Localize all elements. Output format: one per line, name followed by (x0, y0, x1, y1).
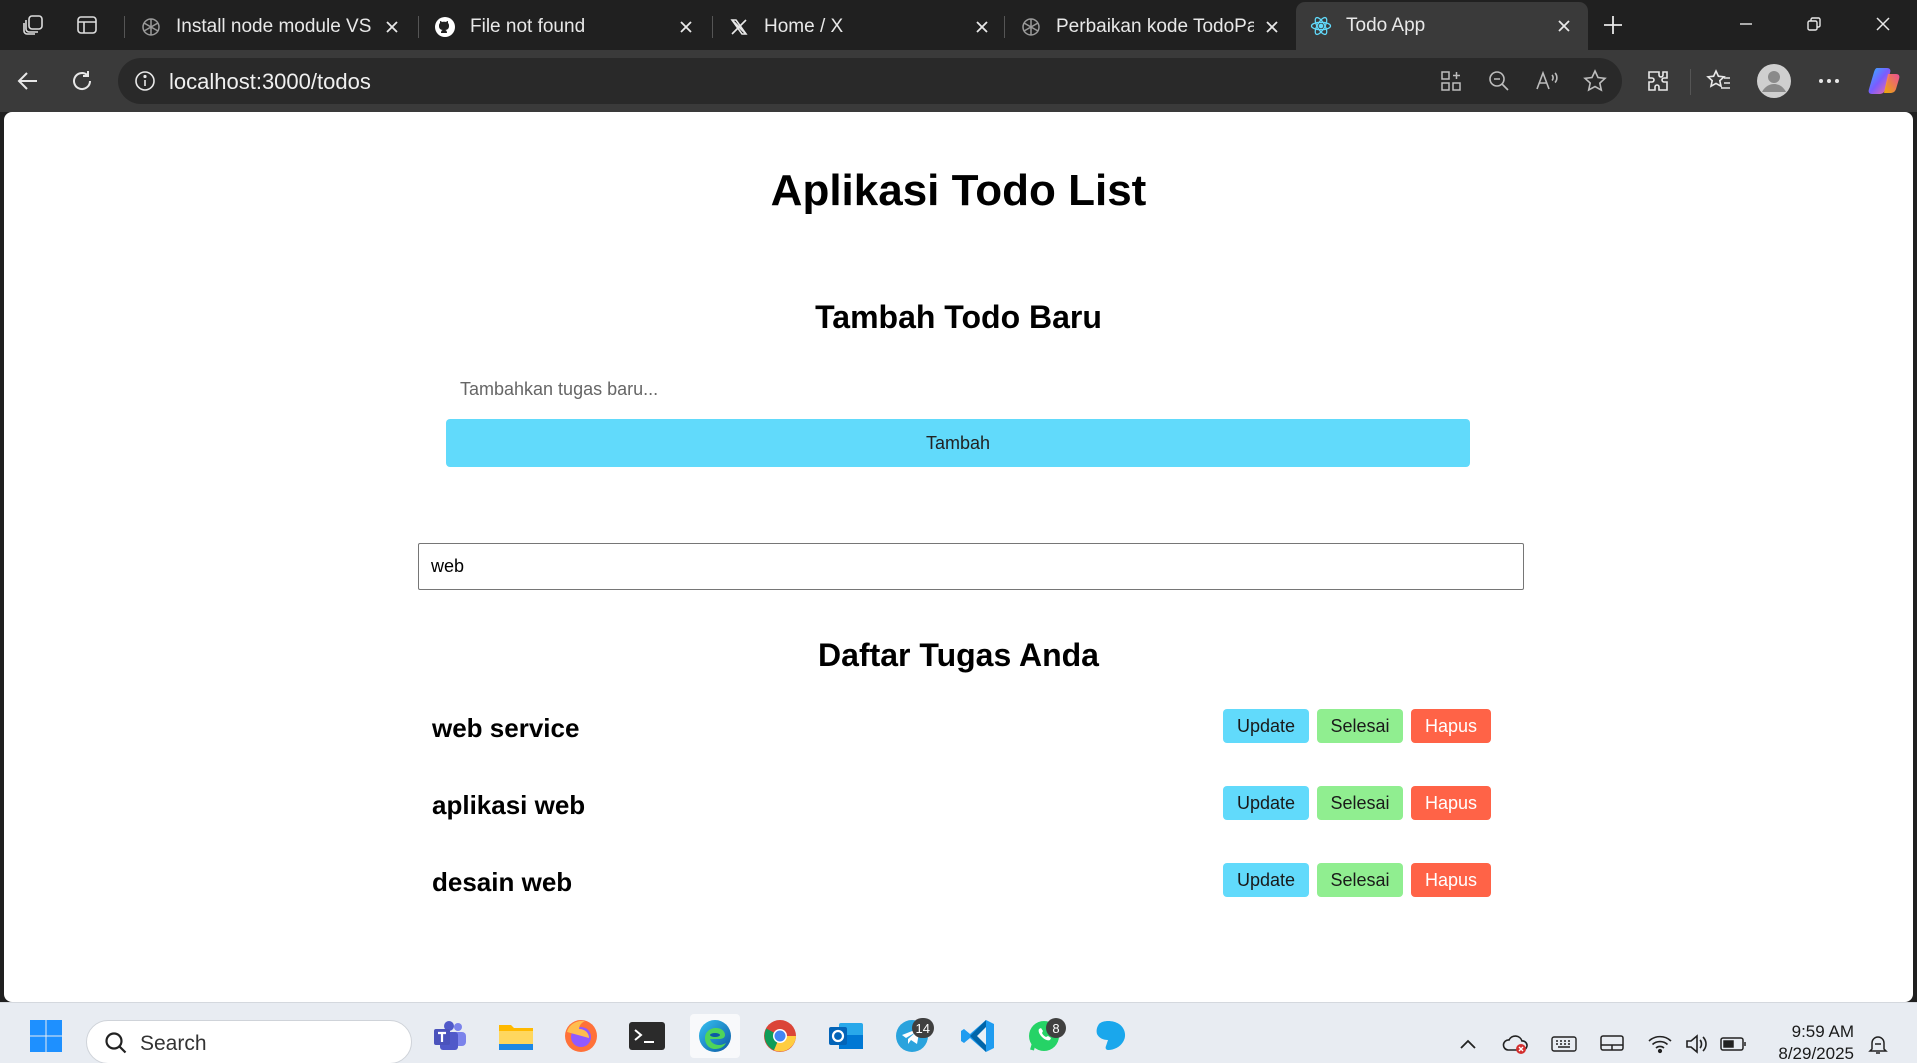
search-icon (103, 1030, 129, 1061)
todo-list-heading: Daftar Tugas Anda (818, 637, 1099, 673)
todo-text: web service (432, 713, 580, 743)
tab-file-not-found[interactable]: File not found (420, 6, 710, 48)
close-window-button[interactable] (1849, 0, 1917, 48)
display-icon[interactable] (1598, 1032, 1626, 1056)
update-button[interactable]: Update (1223, 863, 1309, 897)
telegram-icon[interactable]: 14 (892, 1016, 934, 1056)
wifi-icon[interactable] (1646, 1032, 1674, 1056)
tab-home-x[interactable]: Home / X (714, 6, 1006, 48)
complete-button[interactable]: Selesai (1317, 709, 1403, 743)
onedrive-error-icon[interactable] (1502, 1032, 1530, 1056)
teams-icon[interactable] (430, 1016, 470, 1056)
todo-actions: Update Selesai Hapus (1223, 786, 1491, 820)
x-icon (728, 16, 750, 38)
tab-title: Home / X (764, 16, 844, 37)
tab-title: Install node module VS C (176, 16, 374, 37)
tab-title: Todo App (1346, 15, 1426, 36)
vertical-tabs-icon[interactable] (69, 8, 105, 42)
github-icon (434, 16, 456, 38)
taskbar-search-label: Search (140, 1032, 207, 1055)
tab-install-node-module[interactable]: Install node module VS C (126, 6, 416, 48)
update-button[interactable]: Update (1223, 709, 1309, 743)
volume-icon[interactable] (1683, 1032, 1711, 1056)
todo-text: aplikasi web (432, 790, 586, 820)
page-title: Aplikasi Todo List (770, 166, 1147, 215)
add-todo-heading: Tambah Todo Baru (815, 299, 1102, 335)
tab-todo-app[interactable]: Todo App (1296, 2, 1588, 50)
notifications-icon[interactable] (1864, 1032, 1892, 1056)
close-tab-icon[interactable] (1262, 17, 1282, 37)
clock-time: 9:59 AM (1791, 1022, 1854, 1041)
keyboard-icon[interactable] (1550, 1032, 1578, 1056)
whatsapp-unread-badge: 8 (1046, 1018, 1066, 1038)
update-button[interactable]: Update (1223, 786, 1309, 820)
favorites-icon[interactable] (1699, 61, 1739, 101)
tab-perbaikan-kode[interactable]: Perbaikan kode TodoPage (1006, 6, 1296, 48)
address-bar[interactable]: localhost:3000/todos (118, 58, 1622, 104)
complete-button[interactable]: Selesai (1317, 863, 1403, 897)
back-button[interactable] (8, 61, 48, 101)
close-tab-icon[interactable] (676, 17, 696, 37)
read-aloud-icon[interactable] (1532, 67, 1562, 95)
profile-avatar[interactable] (1754, 61, 1794, 101)
close-tab-icon[interactable] (1554, 16, 1574, 36)
app-icon[interactable] (1090, 1016, 1130, 1056)
taskbar-search-box[interactable]: Search (86, 1020, 412, 1063)
battery-icon[interactable] (1720, 1032, 1748, 1056)
todo-item: desain web Update Selesai Hapus (432, 863, 1492, 903)
favorite-star-icon[interactable] (1580, 67, 1610, 95)
todo-item: web service Update Selesai Hapus (432, 709, 1492, 749)
vscode-icon[interactable] (958, 1016, 998, 1056)
windows-taskbar: Search 14 8 9:59 AM 8/29/2025 (0, 1002, 1917, 1063)
new-todo-input[interactable] (446, 368, 1470, 410)
firefox-icon[interactable] (561, 1016, 601, 1056)
tab-title: File not found (470, 16, 586, 37)
extensions-icon[interactable] (1638, 61, 1678, 101)
add-todo-button[interactable]: Tambah (446, 419, 1470, 467)
show-hidden-icons-chevron[interactable] (1454, 1032, 1482, 1056)
complete-button[interactable]: Selesai (1317, 786, 1403, 820)
todo-actions: Update Selesai Hapus (1223, 863, 1491, 897)
copilot-icon[interactable] (1864, 61, 1904, 101)
react-icon (1310, 15, 1332, 37)
workspaces-icon[interactable] (15, 8, 51, 42)
browser-toolbar: localhost:3000/todos (0, 50, 1917, 112)
openai-icon (140, 16, 162, 38)
terminal-icon[interactable] (627, 1016, 667, 1056)
tab-title: Perbaikan kode TodoPage (1056, 16, 1254, 37)
outlook-icon[interactable] (826, 1016, 866, 1056)
site-info-icon[interactable] (130, 67, 160, 95)
minimize-button[interactable] (1712, 0, 1780, 48)
windows-start-icon[interactable] (26, 1016, 66, 1056)
delete-button[interactable]: Hapus (1411, 786, 1491, 820)
whatsapp-icon[interactable]: 8 (1024, 1016, 1066, 1056)
url-text: localhost:3000/todos (169, 69, 371, 94)
clock-date: 8/29/2025 (1778, 1044, 1854, 1063)
todo-actions: Update Selesai Hapus (1223, 709, 1491, 743)
delete-button[interactable]: Hapus (1411, 863, 1491, 897)
telegram-unread-badge: 14 (911, 1018, 934, 1038)
file-explorer-icon[interactable] (496, 1016, 536, 1056)
close-tab-icon[interactable] (382, 17, 402, 37)
reload-button[interactable] (62, 61, 102, 101)
close-tab-icon[interactable] (972, 17, 992, 37)
chrome-icon[interactable] (760, 1016, 800, 1056)
new-tab-button[interactable] (1595, 8, 1631, 42)
browser-tab-strip: Install node module VS C File not found … (0, 0, 1917, 50)
restore-button[interactable] (1780, 0, 1848, 48)
system-clock[interactable]: 9:59 AM 8/29/2025 (1764, 1021, 1854, 1063)
delete-button[interactable]: Hapus (1411, 709, 1491, 743)
todo-item: aplikasi web Update Selesai Hapus (432, 786, 1492, 826)
openai-icon (1020, 16, 1042, 38)
zoom-out-icon[interactable] (1484, 67, 1514, 95)
settings-more-icon[interactable] (1809, 61, 1849, 101)
search-todo-input[interactable] (418, 543, 1524, 590)
app-available-icon[interactable] (1436, 67, 1466, 95)
todo-text: desain web (432, 867, 573, 897)
edge-icon[interactable] (690, 1014, 740, 1058)
page-viewport: Aplikasi Todo List Tambah Todo Baru Tamb… (4, 112, 1913, 1002)
